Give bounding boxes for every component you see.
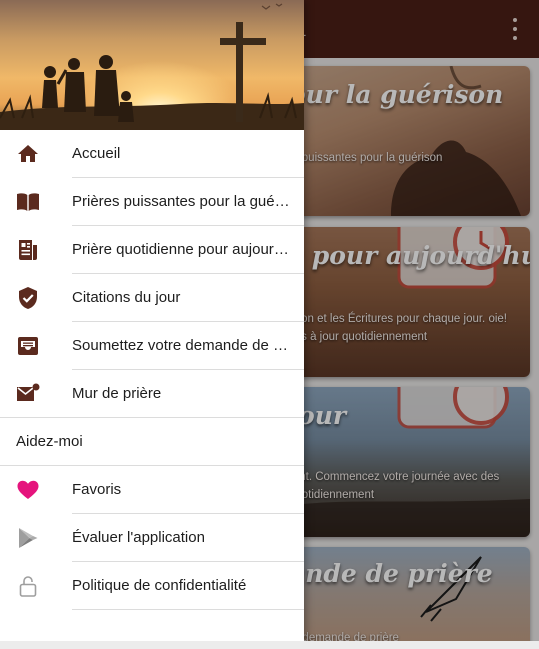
drawer-header-image [0,0,304,130]
drawer-item-submit-request[interactable]: Soumettez votre demande de prière [0,322,304,370]
drawer-item-label: Favoris [72,481,122,498]
section-divider [0,417,304,418]
divider [72,609,304,610]
home-icon [18,145,38,162]
shield-check-icon [19,287,37,309]
inbox-icon [18,337,38,355]
newspaper-icon [19,240,37,260]
drawer-item-healing-prayers[interactable]: Prières puissantes pour la guérison [0,178,304,226]
drawer-item-label: Accueil [72,145,121,162]
drawer-item-label: Évaluer l'application [72,529,205,546]
section-title-help: Aidez-moi [16,433,83,450]
drawer-item-home[interactable]: Accueil [0,130,304,178]
play-store-icon [19,528,38,548]
drawer-item-label: Prière quotidienne pour aujourd'hui [72,241,292,258]
drawer-item-label: Prières puissantes pour la guérison [72,193,292,210]
drawer-item-label: Mur de prière [72,385,162,402]
drawer-item-quotes[interactable]: Citations du jour [0,274,304,322]
heart-icon [17,480,39,499]
navigation-drawer: Accueil Prières puissantes pour la guéri… [0,0,304,649]
drawer-item-label: Politique de confidentialité [72,577,247,594]
drawer-item-label: Citations du jour [72,289,181,306]
mail-badge-icon [17,383,40,401]
book-icon [17,193,39,211]
bottom-edge [0,641,539,649]
lock-icon [19,576,37,597]
drawer-item-label: Soumettez votre demande de prière [72,337,292,354]
drawer-item-privacy-policy[interactable]: Politique de confidentialité [0,562,304,610]
drawer-item-favorites[interactable]: Favoris [0,466,304,514]
drawer-item-rate-app[interactable]: Évaluer l'application [0,514,304,562]
family-cross-silhouette [0,3,304,130]
drawer-item-prayer-wall[interactable]: Mur de prière [0,370,304,418]
drawer-item-daily-prayer[interactable]: Prière quotidienne pour aujourd'hui [0,226,304,274]
